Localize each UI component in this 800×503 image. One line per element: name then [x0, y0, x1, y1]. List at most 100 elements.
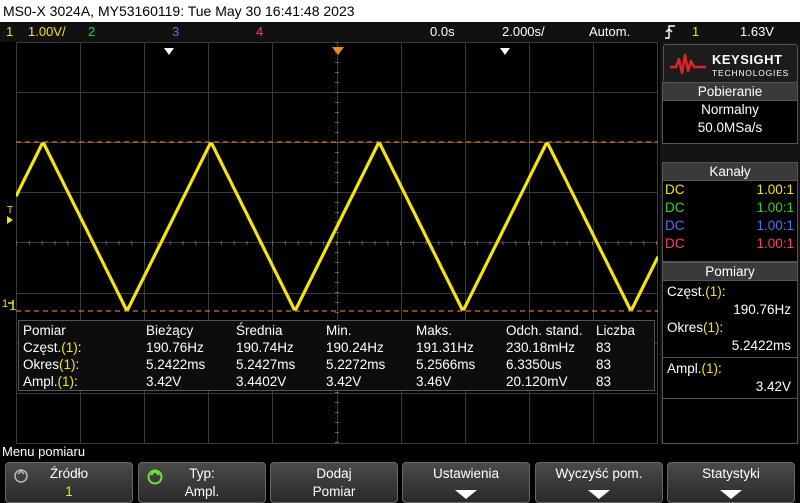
grid-tick	[335, 272, 339, 273]
cell-value: 20.120mV	[506, 374, 568, 389]
acquisition-mode: Normalny	[701, 102, 759, 117]
grid-tick	[335, 162, 339, 163]
keysight-wave-icon	[670, 53, 706, 75]
grid-tick	[451, 241, 453, 245]
statistics-softkey[interactable]: Statystyki	[667, 462, 795, 503]
settings-softkey[interactable]: Ustawienia	[402, 462, 530, 503]
grid-tick	[335, 412, 339, 413]
grid-tick	[438, 241, 440, 245]
channel-1-ground-marker[interactable]: 1	[2, 299, 18, 310]
measurement-statistics-table: Pomiar Bieżący Średnia Min. Maks. Odch. …	[18, 320, 655, 391]
cell-value: 83	[596, 340, 612, 355]
grid-tick	[169, 241, 171, 245]
grid-tick	[272, 241, 273, 245]
grid-tick	[566, 241, 568, 245]
cell-value: 83	[596, 374, 612, 389]
cell-value: 3.4402V	[236, 374, 287, 389]
measurements-header: Pomiary	[663, 263, 797, 281]
status-bar: 1 1.00V/ 2 3 4 0.0s 2.000s/ Autom. 1 1.6…	[0, 22, 800, 42]
time-scale[interactable]: 2.000s/	[502, 22, 545, 42]
channels-header: Kanały	[663, 163, 797, 181]
logo-brand: KEYSIGHT	[712, 52, 783, 67]
channel-row: DC 1.00:1	[665, 182, 794, 197]
measurements-section[interactable]: Pomiary Częst.(1): 190.76Hz Okres(1): 5.…	[662, 262, 798, 444]
channel-4-number[interactable]: 4	[256, 22, 263, 42]
channel-row: DC 1.00:1	[665, 236, 794, 251]
grid-tick	[335, 152, 339, 153]
grid-tick	[335, 92, 339, 93]
trigger-level-marker[interactable]: T	[7, 206, 13, 224]
grid-tick	[335, 262, 339, 263]
grid-tick	[374, 241, 376, 245]
grid-tick	[335, 132, 339, 133]
measurement-value: 190.76Hz	[733, 302, 791, 317]
trigger-level[interactable]: 1.63V	[740, 22, 774, 42]
submenu-arrow-icon	[720, 490, 742, 499]
grid-tick	[335, 192, 339, 193]
cell-value: 190.76Hz	[146, 340, 204, 355]
grid-tick	[348, 241, 350, 245]
cell-value: 83	[596, 357, 612, 372]
grid-tick	[310, 241, 312, 245]
cell-value: 190.24Hz	[326, 340, 384, 355]
channel-1-scale[interactable]: 1.00V/	[28, 22, 66, 42]
row-label: Okres(1):	[23, 357, 80, 372]
trigger-mode[interactable]: Autom.	[589, 22, 630, 42]
table-row: Częst.(1): 190.76Hz 190.74Hz 190.24Hz 19…	[19, 340, 654, 355]
measurement-label: Częst.(1):	[667, 284, 726, 299]
source-softkey[interactable]: Źródło 1	[5, 462, 133, 503]
submenu-arrow-icon	[455, 490, 477, 499]
grid-tick	[361, 241, 363, 245]
grid-tick	[335, 182, 339, 183]
grid-tick	[412, 241, 414, 245]
add-measurement-softkey[interactable]: Dodaj Pomiar	[270, 462, 398, 503]
grid-tick	[246, 241, 248, 245]
row-label: Częst.(1):	[23, 340, 82, 355]
channel-3-number[interactable]: 3	[172, 22, 179, 42]
table-row: Okres(1): 5.2422ms 5.2427ms 5.2272ms 5.2…	[19, 357, 654, 372]
menu-title: Menu pomiaru	[2, 444, 86, 459]
channel-row: DC 1.00:1	[665, 218, 794, 233]
grid-tick	[131, 241, 133, 245]
time-offset[interactable]: 0.0s	[430, 22, 455, 42]
grid-tick	[643, 241, 645, 245]
channel-2-number[interactable]: 2	[88, 22, 95, 42]
grid-tick	[617, 241, 619, 245]
type-softkey[interactable]: Typ: Ampl.	[138, 462, 266, 503]
channels-section[interactable]: Kanały DC 1.00:1 DC 1.00:1 DC 1.00:1 DC …	[662, 162, 798, 262]
acquisition-section[interactable]: Pobieranie Normalny 50.0MSa/s	[662, 82, 798, 144]
grid-tick	[592, 241, 593, 245]
row-label: Ampl.(1):	[23, 374, 78, 389]
grid-tick	[156, 241, 158, 245]
grid-tick	[528, 241, 529, 245]
grid-tick	[118, 241, 120, 245]
softkey-label: Wyczyść pom.	[555, 466, 643, 481]
grid-tick	[54, 241, 56, 245]
grid-tick	[80, 241, 81, 245]
grid-tick	[604, 241, 606, 245]
cell-value: 5.2272ms	[326, 357, 386, 372]
cell-value: 191.31Hz	[416, 340, 474, 355]
cell-value: 5.2422ms	[146, 357, 206, 372]
grid-tick	[208, 241, 209, 245]
channel-1-number[interactable]: 1	[6, 22, 13, 42]
trigger-position-icon[interactable]	[332, 43, 344, 61]
grid-tick	[425, 241, 427, 245]
knob-icon	[147, 469, 163, 490]
trigger-source[interactable]: 1	[692, 22, 699, 42]
grid-tick	[323, 241, 325, 245]
table-row: Ampl.(1): 3.42V 3.4402V 3.42V 3.46V 20.1…	[19, 374, 654, 389]
grid-tick	[335, 402, 339, 403]
grid-tick	[28, 241, 30, 245]
clear-measurements-softkey[interactable]: Wyczyść pom.	[535, 462, 663, 503]
sample-rate: 50.0MSa/s	[697, 120, 763, 135]
cell-value: 3.42V	[326, 374, 362, 389]
grid-tick	[297, 241, 299, 245]
cell-value: 5.2566ms	[416, 357, 476, 372]
header-measurement: Pomiar	[23, 323, 66, 338]
window-title: MS0-X 3024A, MY53160119: Tue May 30 16:4…	[0, 0, 800, 22]
acquisition-header: Pobieranie	[663, 83, 797, 101]
time-marker-icon	[164, 43, 174, 61]
grid-tick	[335, 312, 339, 313]
grid-tick	[335, 72, 339, 73]
